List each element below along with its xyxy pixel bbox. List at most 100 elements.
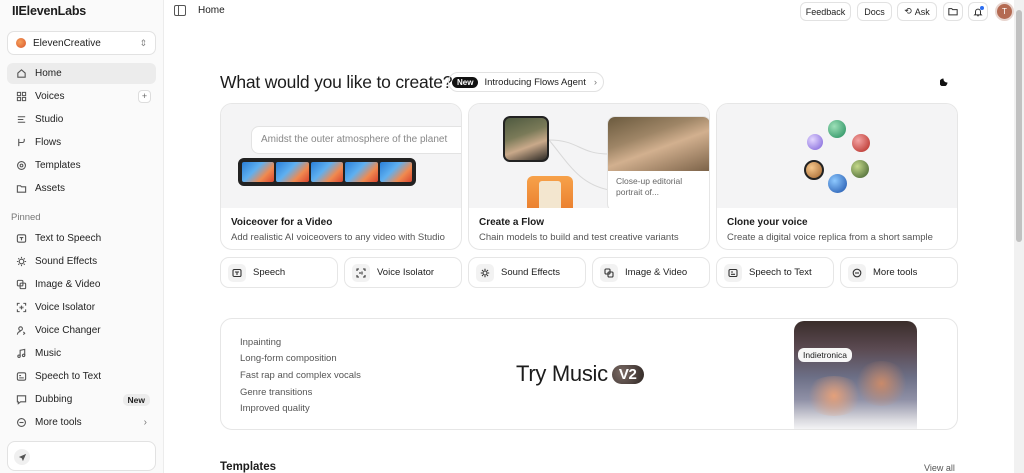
- more-tools-icon: [16, 417, 27, 428]
- voice-orb: [828, 120, 846, 138]
- tool-label: More tools: [873, 267, 918, 278]
- view-all-link[interactable]: View all: [924, 463, 955, 473]
- video-filmstrip: [238, 158, 416, 186]
- feature-item: Improved quality: [240, 403, 310, 414]
- sidebar-item-templates[interactable]: Templates: [7, 155, 156, 176]
- version-badge: V2: [611, 364, 644, 384]
- voice-orb: [851, 160, 869, 178]
- templates-heading: Templates: [220, 461, 277, 473]
- notifications-button[interactable]: [968, 2, 988, 21]
- output-caption: Close-up editorial portrait of...: [616, 176, 683, 198]
- add-voice-button[interactable]: +: [138, 90, 151, 103]
- docs-button[interactable]: Docs: [857, 2, 892, 21]
- sidebar-item-home[interactable]: Home: [7, 63, 156, 84]
- voiceover-card[interactable]: Amidst the outer atmosphere of the plane…: [220, 103, 462, 250]
- create-flow-card[interactable]: Close-up editorial portrait of... Create…: [468, 103, 710, 250]
- sidebar-item-assets[interactable]: Assets: [7, 178, 156, 199]
- feature-item: Long-form composition: [240, 353, 337, 364]
- notification-dot: [980, 6, 984, 10]
- clone-voice-card[interactable]: Clone your voice Create a digital voice …: [716, 103, 958, 250]
- music-cover-art: Indietronica: [794, 321, 917, 429]
- tool-sound-effects[interactable]: Sound Effects: [468, 257, 586, 288]
- sidebar-item-voice-changer[interactable]: Voice Changer: [7, 320, 156, 341]
- genre-tag: Indietronica: [798, 348, 852, 362]
- voice-isolator-icon: [352, 263, 370, 282]
- sidebar-item-voices[interactable]: Voices +: [7, 86, 156, 107]
- feature-item: Fast rap and complex vocals: [240, 370, 361, 381]
- scrollbar[interactable]: [1014, 0, 1024, 473]
- voice-changer-icon: [16, 325, 27, 336]
- sidebar-item-label: Music: [35, 348, 62, 359]
- sidebar-item-text-to-speech[interactable]: Text to Speech: [7, 228, 156, 249]
- breadcrumb: Home: [198, 5, 225, 16]
- voice-orb: [852, 134, 870, 152]
- moon-icon[interactable]: [940, 76, 950, 86]
- new-badge: New: [452, 76, 479, 88]
- dubbing-icon: [16, 394, 27, 405]
- scrollbar-thumb[interactable]: [1016, 10, 1022, 242]
- product-thumbnail: [527, 176, 573, 208]
- tool-label: Speech: [253, 267, 286, 278]
- workspace-icon: [16, 38, 26, 48]
- send-icon[interactable]: [14, 449, 30, 465]
- avatar[interactable]: T: [995, 2, 1014, 21]
- ask-button[interactable]: ⟲ Ask: [897, 2, 937, 21]
- voice-orb: [807, 134, 823, 150]
- card-description: Add realistic AI voiceovers to any video…: [231, 232, 445, 243]
- grid-icon: [16, 91, 27, 102]
- voice-isolator-icon: [16, 302, 27, 313]
- card-title: Create a Flow: [479, 217, 545, 228]
- sidebar-item-speech-to-text[interactable]: Speech to Text: [7, 366, 156, 387]
- card-description: Chain models to build and test creative …: [479, 232, 679, 243]
- image-video-icon: [16, 279, 27, 290]
- music-v2-banner[interactable]: Inpainting Long-form composition Fast ra…: [220, 318, 958, 430]
- sidebar-item-music[interactable]: Music: [7, 343, 156, 364]
- tool-label: Speech to Text: [749, 267, 812, 278]
- page-title: What would you like to create?: [220, 72, 453, 92]
- tool-speech[interactable]: Speech: [220, 257, 338, 288]
- sidebar-item-dubbing[interactable]: Dubbing New: [7, 389, 156, 410]
- card-description: Create a digital voice replica from a sh…: [727, 232, 933, 243]
- chevron-right-icon: ›: [143, 417, 147, 428]
- voice-orb: [828, 174, 847, 193]
- workspace-switcher[interactable]: ElevenCreative ⇕: [7, 31, 156, 55]
- ask-label: Ask: [914, 6, 930, 17]
- tool-image-video[interactable]: Image & Video: [592, 257, 710, 288]
- tool-label: Image & Video: [625, 267, 688, 278]
- sidebar-item-label: Voice Isolator: [35, 302, 96, 313]
- tool-speech-to-text[interactable]: Speech to Text: [716, 257, 834, 288]
- prompt-box: Amidst the outer atmosphere of the plane…: [251, 126, 461, 154]
- tool-label: Sound Effects: [501, 267, 560, 278]
- tool-more-tools[interactable]: More tools: [840, 257, 958, 288]
- feature-item: Inpainting: [240, 337, 282, 348]
- elevenlabs-logo[interactable]: IIElevenLabs: [12, 4, 86, 18]
- flows-agent-announcement[interactable]: New Introducing Flows Agent ›: [448, 72, 605, 92]
- output-card: Close-up editorial portrait of...: [607, 116, 709, 208]
- more-tools-icon: [848, 263, 866, 282]
- sidebar-item-label: Text to Speech: [35, 233, 102, 244]
- sidebar-item-sound-effects[interactable]: Sound Effects: [7, 251, 156, 272]
- folder-button[interactable]: [943, 2, 963, 21]
- output-image: [608, 117, 709, 171]
- templates-icon: [16, 160, 27, 171]
- sidebar: IIElevenLabs ElevenCreative ⇕ Home Voice…: [0, 0, 164, 473]
- sidebar-item-label: Home: [35, 68, 62, 79]
- feedback-button[interactable]: Feedback: [800, 2, 851, 21]
- chevron-updown-icon: ⇕: [139, 37, 147, 48]
- sidebar-item-flows[interactable]: Flows: [7, 132, 156, 153]
- chevron-right-icon: ›: [593, 76, 598, 88]
- sidebar-item-image-video[interactable]: Image & Video: [7, 274, 156, 295]
- ask-icon: ⟲: [904, 6, 912, 16]
- sidebar-item-more-tools[interactable]: More tools ›: [7, 412, 156, 433]
- sidebar-item-label: Flows: [35, 137, 62, 148]
- card-title: Clone your voice: [727, 217, 808, 228]
- tool-voice-isolator[interactable]: Voice Isolator: [344, 257, 462, 288]
- sidebar-item-studio[interactable]: Studio: [7, 109, 156, 130]
- sidebar-footer-box[interactable]: [7, 441, 156, 471]
- sidebar-item-voice-isolator[interactable]: Voice Isolator: [7, 297, 156, 318]
- image-video-icon: [600, 263, 618, 282]
- music-note-icon: [16, 348, 27, 359]
- sidebar-item-label: Dubbing: [35, 394, 73, 405]
- sidebar-item-label: Voices: [35, 91, 65, 102]
- toggle-sidebar-icon[interactable]: [174, 5, 186, 16]
